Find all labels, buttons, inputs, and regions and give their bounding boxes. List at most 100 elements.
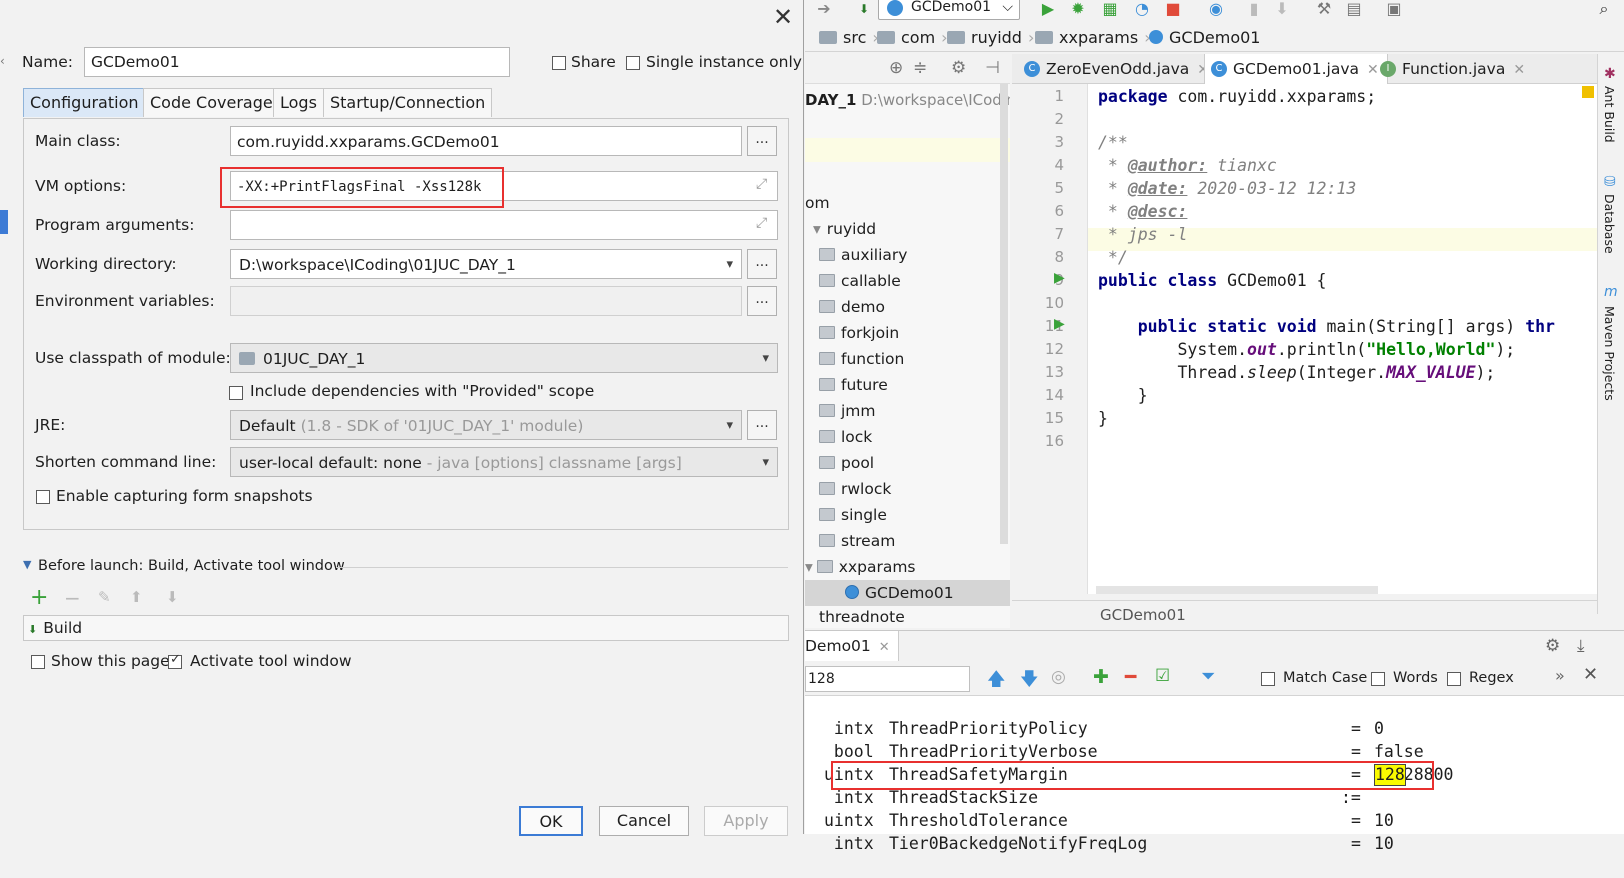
run-tab[interactable]: Demo01 ✕ bbox=[805, 631, 899, 661]
vcs-commit-icon[interactable]: ▮ bbox=[1243, 0, 1265, 20]
environment-variables-input[interactable] bbox=[230, 286, 742, 316]
build-icon[interactable]: ⬇ bbox=[853, 0, 875, 20]
tree-item-single[interactable]: single bbox=[805, 502, 1010, 528]
include-dependencies-checkbox[interactable] bbox=[229, 386, 243, 400]
more-options-icon[interactable]: » bbox=[1555, 666, 1565, 685]
breadcrumb-ruyidd[interactable]: ruyidd › bbox=[947, 24, 1034, 52]
profile-icon[interactable]: ◔ bbox=[1131, 0, 1153, 20]
collapse-triangle-icon[interactable]: ▼ bbox=[23, 558, 31, 571]
remove-occurrence-icon[interactable]: ━ bbox=[1125, 666, 1136, 688]
browse-jre-button[interactable]: ... bbox=[747, 410, 777, 440]
run-gutter-icon[interactable]: ▶ bbox=[1054, 270, 1065, 286]
shorten-command-line-select[interactable]: user-local default: none - java [options… bbox=[230, 447, 778, 477]
tab-zeroevenodd[interactable]: CZeroEvenOdd.java✕ bbox=[1018, 54, 1209, 84]
working-directory-input[interactable]: D:\workspace\ICoding\01JUC_DAY_1 ▾ bbox=[230, 249, 742, 279]
run-gutter-icon[interactable]: ▶ bbox=[1054, 316, 1065, 332]
select-all-occurrences-icon[interactable]: ☑ bbox=[1155, 666, 1170, 686]
project-structure-icon[interactable]: ▤ bbox=[1343, 0, 1365, 20]
tree-item-function[interactable]: function bbox=[805, 346, 1010, 372]
breadcrumb-xxparams[interactable]: xxparams › bbox=[1035, 24, 1151, 52]
tree-item-stream[interactable]: stream bbox=[805, 528, 1010, 554]
tree-item-forkjoin[interactable]: forkjoin bbox=[805, 320, 1010, 346]
breadcrumb-src[interactable]: src › bbox=[819, 24, 879, 52]
classpath-module-select[interactable]: 01JUC_DAY_1 ▾ bbox=[230, 343, 778, 373]
tree-scrollbar[interactable] bbox=[1000, 84, 1008, 544]
ok-button[interactable]: OK bbox=[519, 806, 583, 836]
console-search-input[interactable]: 128 bbox=[805, 666, 970, 692]
edit-environment-variables-button[interactable]: ... bbox=[747, 286, 777, 316]
add-icon[interactable]: + bbox=[30, 586, 48, 610]
tree-item-rwlock[interactable]: rwlock bbox=[805, 476, 1010, 502]
tab-gcdemo01[interactable]: C GCDemo01.java ✕ bbox=[1204, 54, 1388, 84]
show-page-checkbox[interactable] bbox=[31, 655, 45, 669]
move-up-icon[interactable]: ⬆ bbox=[130, 588, 143, 606]
search-everywhere-icon[interactable]: ⌕ bbox=[1593, 0, 1615, 20]
tree-item-gcdemo01[interactable]: GCDemo01 bbox=[805, 580, 1010, 606]
gear-icon[interactable]: ⚙ bbox=[951, 58, 966, 78]
gear-icon[interactable]: ⚙ bbox=[1545, 636, 1560, 656]
tool-ant-build[interactable]: Ant Build bbox=[1602, 86, 1617, 143]
next-occurrence-icon[interactable]: 🡇 bbox=[1020, 667, 1039, 697]
words-checkbox[interactable] bbox=[1371, 672, 1385, 686]
inspection-status-icon[interactable] bbox=[1582, 86, 1594, 98]
project-root-item[interactable]: DAY_1 D:\workspace\ICoding bbox=[805, 88, 1010, 112]
close-icon[interactable]: ✕ bbox=[770, 4, 796, 30]
tree-item-future[interactable]: future bbox=[805, 372, 1010, 398]
browse-main-class-button[interactable]: ... bbox=[747, 126, 777, 156]
collapse-icon[interactable]: ≑ bbox=[913, 58, 927, 78]
main-class-input[interactable]: com.ruyidd.xxparams.GCDemo01 bbox=[230, 126, 742, 156]
editor-horizontal-scrollbar[interactable] bbox=[1096, 586, 1378, 594]
program-arguments-input[interactable] bbox=[230, 210, 778, 240]
forward-arrow-icon[interactable]: ➔ bbox=[813, 0, 835, 20]
tree-item-callable[interactable]: callable bbox=[805, 268, 1010, 294]
editor-breadcrumb-status[interactable]: GCDemo01 bbox=[1012, 600, 1597, 628]
apply-button[interactable]: Apply bbox=[704, 806, 788, 836]
match-case-checkbox[interactable] bbox=[1261, 672, 1275, 686]
regex-checkbox[interactable] bbox=[1447, 672, 1461, 686]
run-icon[interactable]: ▶ bbox=[1037, 0, 1059, 20]
breadcrumb-com[interactable]: com › bbox=[877, 24, 948, 52]
capture-snapshots-checkbox[interactable] bbox=[36, 490, 50, 504]
share-checkbox[interactable] bbox=[552, 56, 566, 70]
remove-icon[interactable]: − bbox=[64, 586, 81, 610]
edit-pencil-icon[interactable]: ✎ bbox=[98, 588, 111, 606]
search-history-icon[interactable]: ◎ bbox=[1051, 667, 1066, 687]
build-task-item[interactable]: ⬇ Build bbox=[24, 616, 788, 640]
expand-icon[interactable]: ⤢ bbox=[756, 176, 767, 192]
activate-tool-window-checkbox[interactable] bbox=[168, 652, 182, 669]
tree-item-auxiliary[interactable]: auxiliary bbox=[805, 242, 1010, 268]
filter-icon[interactable]: ⏷ bbox=[1201, 666, 1215, 687]
chevron-left-icon[interactable]: ‹ bbox=[0, 54, 5, 68]
name-input[interactable]: GCDemo01 bbox=[84, 47, 510, 77]
single-instance-checkbox[interactable] bbox=[626, 56, 640, 70]
add-occurrence-icon[interactable]: ✚ bbox=[1093, 666, 1109, 688]
hide-panel-icon[interactable]: ⊣ bbox=[985, 58, 1000, 78]
run-config-selector[interactable]: GCDemo01 ⌵ bbox=[878, 0, 1020, 20]
tree-item-com[interactable]: om bbox=[805, 190, 1010, 216]
tab-code-coverage[interactable]: Code Coverage bbox=[143, 88, 280, 117]
settings-wrench-icon[interactable]: ⚒ bbox=[1313, 0, 1335, 20]
coverage-icon[interactable]: ▦ bbox=[1099, 0, 1121, 20]
locate-icon[interactable]: ⊕ bbox=[889, 58, 903, 78]
debug-icon[interactable]: ✹ bbox=[1067, 0, 1089, 20]
expand-icon[interactable]: ⤢ bbox=[756, 215, 767, 231]
hide-panel-icon[interactable]: ⤓ bbox=[1577, 636, 1585, 656]
tree-item-lock[interactable]: lock bbox=[805, 424, 1010, 450]
stop-icon[interactable]: ■ bbox=[1162, 0, 1184, 20]
tree-item-xxparams[interactable]: ▾ xxparams bbox=[805, 554, 1010, 580]
tree-item-threadnote[interactable]: threadnote bbox=[805, 606, 1010, 628]
cancel-button[interactable]: Cancel bbox=[599, 806, 689, 836]
tree-item-pool[interactable]: pool bbox=[805, 450, 1010, 476]
tab-logs[interactable]: Logs bbox=[273, 88, 324, 117]
tree-item-ruyidd[interactable]: ▾ ruyidd bbox=[805, 216, 1010, 242]
tab-function[interactable]: I Function.java ✕ bbox=[1374, 54, 1525, 84]
breadcrumb-gcdemo01[interactable]: GCDemo01 bbox=[1149, 24, 1260, 52]
tree-item-jmm[interactable]: jmm bbox=[805, 398, 1010, 424]
previous-occurrence-icon[interactable]: 🡅 bbox=[987, 667, 1006, 697]
tool-database[interactable]: Database bbox=[1602, 194, 1617, 254]
tab-configuration[interactable]: Configuration bbox=[23, 88, 146, 117]
browse-working-directory-button[interactable]: ... bbox=[747, 249, 777, 279]
close-search-icon[interactable]: ✕ bbox=[1583, 664, 1598, 685]
move-down-icon[interactable]: ⬇ bbox=[166, 588, 179, 606]
tree-item-demo[interactable]: demo bbox=[805, 294, 1010, 320]
